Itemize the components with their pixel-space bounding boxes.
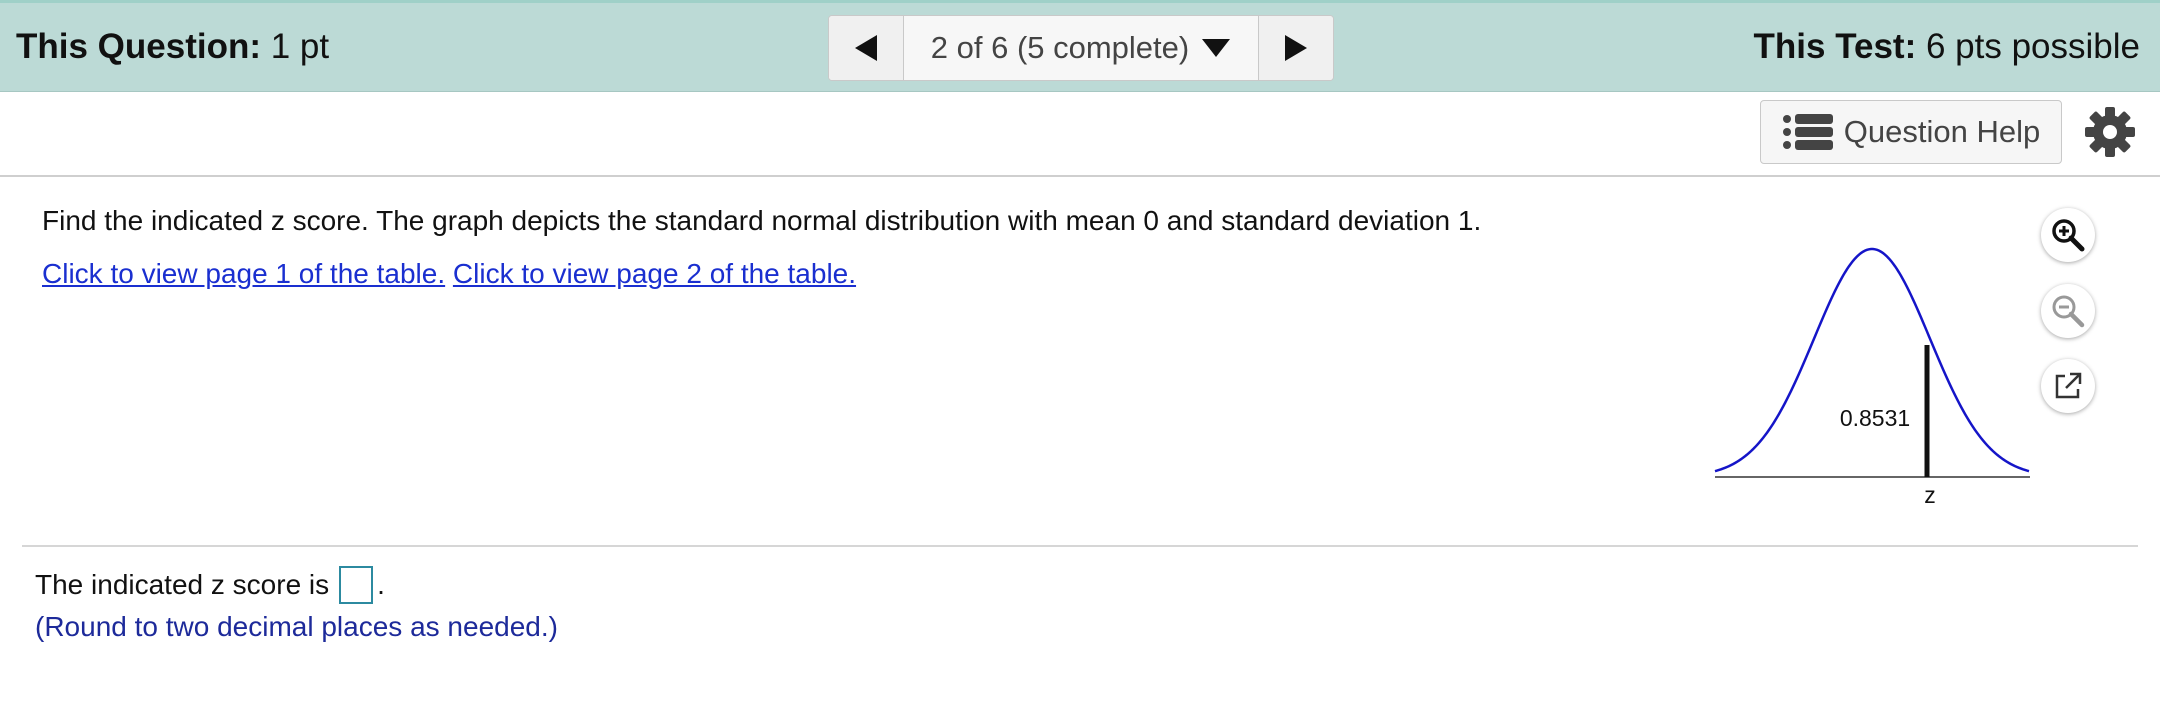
answer-line: The indicated z score is . [35,566,385,604]
table-links: Click to view page 1 of the table. Click… [42,258,856,290]
answer-suffix: . [377,569,385,600]
area-label: 0.8531 [1840,405,1910,431]
question-navigator: 2 of 6 (5 complete) [828,15,1334,81]
question-points-value: 1 pt [261,27,330,66]
test-points-label: This Test: [1753,27,1917,66]
question-help-button[interactable]: Question Help [1760,100,2062,164]
zoom-in-icon [2052,219,2085,252]
question-points: This Question: 1 pt [16,27,329,67]
zoom-in-button[interactable] [2041,208,2095,262]
question-prompt: Find the indicated z score. The graph de… [42,205,1482,236]
answer-prefix: The indicated z score is [35,569,330,600]
triangle-right-icon [1285,35,1307,61]
previous-question-button[interactable] [829,16,904,80]
settings-button[interactable] [2084,106,2136,158]
test-points: This Test: 6 pts possible [1754,27,2140,67]
zoom-out-button[interactable] [2041,284,2095,338]
popout-button[interactable] [2041,359,2095,413]
question-header: This Question: 1 pt 2 of 6 (5 complete) … [0,3,2160,92]
question-select-dropdown[interactable]: 2 of 6 (5 complete) [904,16,1258,80]
normal-curve [1714,247,2030,473]
question-points-label: This Question: [16,27,261,66]
table-page-1-link[interactable]: Click to view page 1 of the table. [42,258,445,289]
test-points-value: 6 pts possible [1916,27,2140,66]
zoom-out-icon [2052,295,2085,328]
triangle-left-icon [855,35,877,61]
question-progress: 2 of 6 (5 complete) [930,30,1190,65]
next-question-button[interactable] [1258,16,1333,80]
rounding-hint: (Round to two decimal places as needed.) [35,611,558,642]
table-page-2-link[interactable]: Click to view page 2 of the table. [453,258,856,289]
section-divider [22,545,2138,547]
list-icon [1782,114,1833,150]
gear-icon [2085,107,2135,157]
question-toolbar: Question Help [0,92,2160,177]
z-score-input[interactable] [339,566,374,604]
external-link-icon [2055,372,2082,399]
normal-distribution-graph: 0.8531 z [1714,247,2030,508]
z-label: z [1924,482,1936,508]
question-help-label: Question Help [1843,114,2041,149]
caret-down-icon [1202,39,1231,57]
